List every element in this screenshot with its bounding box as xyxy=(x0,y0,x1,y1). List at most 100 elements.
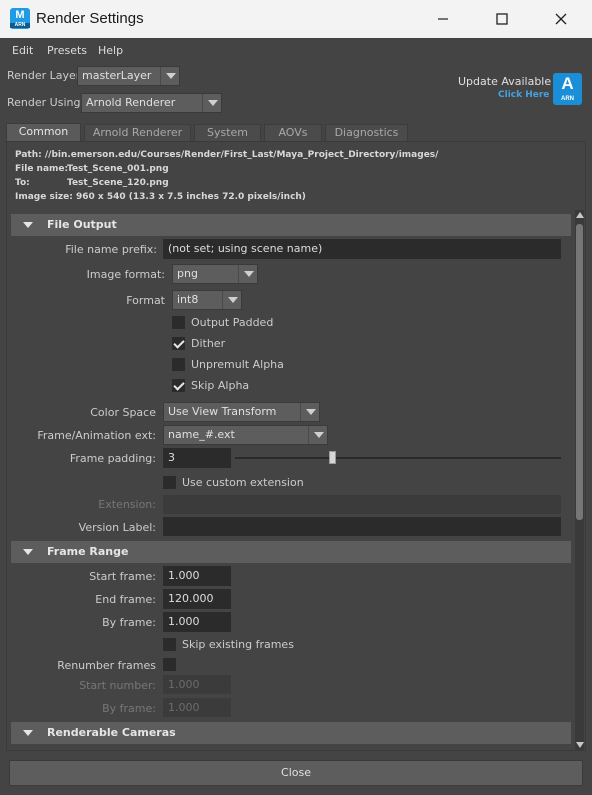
color-space-value: Use View Transform xyxy=(168,405,277,418)
render-using-value: Arnold Renderer xyxy=(86,96,176,109)
start-number-input: 1.000 xyxy=(163,675,231,694)
tab-system[interactable]: System xyxy=(194,124,261,141)
scrollbar-thumb[interactable] xyxy=(576,224,583,520)
minimize-icon xyxy=(438,18,448,20)
file-output-title: File Output xyxy=(47,218,117,231)
menu-bar: Edit Presets Help xyxy=(0,41,592,61)
end-frame-label: End frame: xyxy=(95,593,156,606)
unpremult-alpha-label: Unpremult Alpha xyxy=(191,358,284,371)
frame-padding-slider-handle[interactable] xyxy=(328,451,336,464)
image-format-dropdown[interactable]: png xyxy=(172,264,258,284)
to-label: To: xyxy=(15,178,30,188)
tab-diagnostics[interactable]: Diagnostics xyxy=(325,124,408,141)
tab-common[interactable]: Common xyxy=(6,123,81,141)
by-frame-input[interactable]: 1.000 xyxy=(163,612,231,632)
menu-edit[interactable]: Edit xyxy=(12,44,33,57)
file-name-value: Test_Scene_001.png xyxy=(67,164,169,174)
frame-animation-ext-value: name_#.ext xyxy=(168,428,235,441)
close-button[interactable]: Close xyxy=(9,760,583,786)
output-padded-label: Output Padded xyxy=(191,316,274,329)
use-custom-extension-checkbox[interactable] xyxy=(163,476,176,489)
renderable-cameras-section-header[interactable]: Renderable Cameras xyxy=(11,722,571,744)
frame-animation-ext-label: Frame/Animation ext: xyxy=(37,429,156,442)
skip-alpha-label: Skip Alpha xyxy=(191,379,250,392)
render-using-label: Render Using xyxy=(7,96,81,109)
frame-padding-slider-track[interactable] xyxy=(235,457,561,459)
window-title: Render Settings xyxy=(36,10,144,27)
by-frame-label: By frame: xyxy=(102,616,156,629)
chevron-down-icon xyxy=(308,426,327,444)
chevron-down-icon xyxy=(222,291,241,309)
dither-label: Dither xyxy=(191,337,226,350)
by-frame-2-label: By frame: xyxy=(102,702,156,715)
format-label: Format xyxy=(126,294,165,307)
menu-help[interactable]: Help xyxy=(98,44,123,57)
extension-label: Extension: xyxy=(98,498,156,511)
render-using-dropdown[interactable]: Arnold Renderer xyxy=(81,93,222,113)
output-padded-checkbox[interactable] xyxy=(172,316,185,329)
close-icon xyxy=(555,13,567,25)
update-available-text: Update Available xyxy=(458,75,552,88)
renumber-frames-checkbox[interactable] xyxy=(163,658,176,671)
format-value: int8 xyxy=(177,293,199,306)
vertical-scrollbar[interactable] xyxy=(575,210,584,750)
color-space-label: Color Space xyxy=(90,406,156,419)
scroll-down-arrow-icon[interactable] xyxy=(576,742,584,748)
skip-alpha-checkbox[interactable] xyxy=(172,379,185,392)
chevron-down-icon xyxy=(160,67,179,85)
skip-existing-frames-label: Skip existing frames xyxy=(182,638,294,651)
extension-input xyxy=(163,495,561,514)
file-output-section-header[interactable]: File Output xyxy=(11,214,571,236)
use-custom-extension-label: Use custom extension xyxy=(182,476,304,489)
chevron-down-icon xyxy=(238,265,257,283)
version-label-input[interactable] xyxy=(163,517,561,536)
version-label-label: Version Label: xyxy=(78,521,156,534)
frame-animation-ext-dropdown[interactable]: name_#.ext xyxy=(163,425,328,445)
file-name-prefix-input[interactable]: (not set; using scene name) xyxy=(163,239,561,259)
frame-padding-label: Frame padding: xyxy=(69,452,156,465)
tab-arnold-renderer[interactable]: Arnold Renderer xyxy=(84,124,191,141)
frame-range-section-header[interactable]: Frame Range xyxy=(11,541,571,563)
color-space-dropdown[interactable]: Use View Transform xyxy=(163,402,320,422)
maximize-icon xyxy=(496,13,508,25)
output-path: Path: //bin.emerson.edu/Courses/Render/F… xyxy=(15,150,439,160)
renderable-cameras-title: Renderable Cameras xyxy=(47,726,176,739)
chevron-down-icon xyxy=(300,403,319,421)
image-format-label: Image format: xyxy=(86,268,165,281)
to-value: Test_Scene_120.png xyxy=(67,178,169,188)
arnold-logo[interactable]: A ARN xyxy=(553,73,582,105)
start-frame-label: Start frame: xyxy=(89,570,156,583)
maya-app-icon: M ARN xyxy=(10,8,30,29)
minimize-button[interactable] xyxy=(414,0,472,38)
end-frame-input[interactable]: 120.000 xyxy=(163,589,231,609)
chevron-down-icon xyxy=(202,94,221,112)
unpremult-alpha-checkbox[interactable] xyxy=(172,358,185,371)
by-frame-2-input: 1.000 xyxy=(163,698,231,717)
close-window-button[interactable] xyxy=(532,0,590,38)
maximize-button[interactable] xyxy=(473,0,531,38)
file-name-prefix-label: File name prefix: xyxy=(65,243,157,256)
collapse-triangle-icon xyxy=(23,730,33,736)
collapse-triangle-icon xyxy=(23,222,33,228)
frame-padding-input[interactable]: 3 xyxy=(163,448,231,468)
renumber-frames-label: Renumber frames xyxy=(57,659,156,672)
update-click-here-link[interactable]: Click Here xyxy=(498,90,549,100)
tab-aovs[interactable]: AOVs xyxy=(264,124,322,141)
start-number-label: Start number: xyxy=(79,679,156,692)
menu-presets[interactable]: Presets xyxy=(47,44,87,57)
title-bar: M ARN Render Settings xyxy=(0,0,592,38)
frame-range-title: Frame Range xyxy=(47,545,129,558)
skip-existing-frames-checkbox[interactable] xyxy=(163,638,176,651)
render-layer-label: Render Layer xyxy=(7,69,81,82)
image-size: Image size: 960 x 540 (13.3 x 7.5 inches… xyxy=(15,192,306,202)
collapse-triangle-icon xyxy=(23,549,33,555)
format-dropdown[interactable]: int8 xyxy=(172,290,242,310)
file-name-label: File name: xyxy=(15,164,69,174)
start-frame-input[interactable]: 1.000 xyxy=(163,566,231,586)
common-tab-panel: Path: //bin.emerson.edu/Courses/Render/F… xyxy=(6,141,586,751)
render-layer-dropdown[interactable]: masterLayer xyxy=(77,66,180,86)
dither-checkbox[interactable] xyxy=(172,337,185,350)
render-layer-value: masterLayer xyxy=(82,69,152,82)
image-format-value: png xyxy=(177,267,198,280)
scroll-up-arrow-icon[interactable] xyxy=(576,212,584,218)
